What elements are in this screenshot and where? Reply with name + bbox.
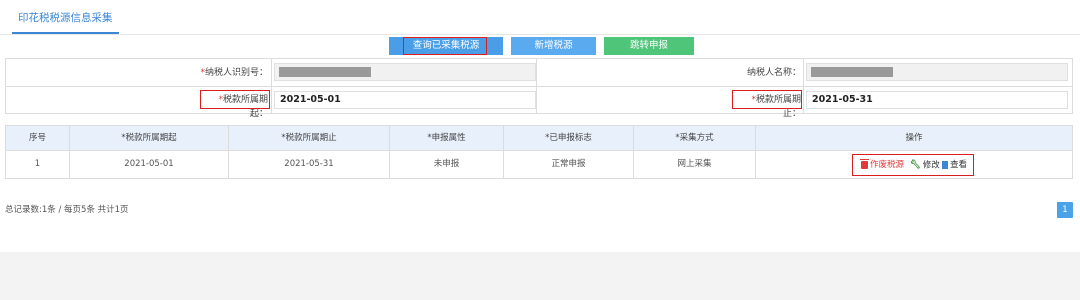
column-period-start: *税款所属期起 2021-05-01 <box>70 126 229 178</box>
page-button-current[interactable]: 1 <box>1057 202 1073 218</box>
edit-label: 修改 <box>922 160 940 171</box>
column-declare-attr: *申报属性 未申报 <box>390 126 504 178</box>
pager-summary: 总记录数:1条 / 每页5条 共计1页 <box>5 205 129 215</box>
column-declared-flag: *已申报标志 正常申报 <box>504 126 634 178</box>
void-source-link[interactable]: 作废税源 <box>860 158 905 171</box>
cell-declared-flag: 正常申报 <box>551 159 586 169</box>
header-index: 序号 <box>28 133 46 143</box>
taxpayer-id-label: *纳税人识别号： <box>156 66 268 80</box>
row-actions: 作废税源 🔧︎ 修改 查看 <box>852 154 974 176</box>
period-start-label-highlight <box>200 90 270 109</box>
header-period-start: *税款所属期起 <box>121 133 177 143</box>
header-declare-attr: *申报属性 <box>427 133 466 143</box>
taxpayer-id-field[interactable] <box>274 63 536 81</box>
header-actions: 操作 <box>905 133 923 143</box>
cell-index: 1 <box>34 159 41 169</box>
view-label: 查看 <box>950 160 968 170</box>
query-collected-source-button[interactable]: 查询已采集税源 <box>389 37 503 55</box>
header-declared-flag: *已申报标志 <box>545 133 592 143</box>
page: 印花税税源信息采集 查询已采集税源 新增税源 跳转申报 *纳税人识别号： 纳税人… <box>0 0 1080 300</box>
period-start-input[interactable]: 2021-05-01 <box>274 91 536 109</box>
period-end-label-highlight <box>732 90 802 109</box>
cell-period-end: 2021-05-31 <box>284 159 334 169</box>
cell-collect-method: 网上采集 <box>677 159 712 169</box>
taxpayer-name-label: 纳税人名称： <box>746 68 801 78</box>
masked-taxpayer-id <box>279 67 371 77</box>
wrench-icon: 🔧︎ <box>910 160 921 170</box>
footer-band <box>0 252 1080 300</box>
trash-icon <box>860 158 869 169</box>
taxpayer-id-label-text: 纳税人识别号： <box>204 68 268 78</box>
taxpayer-name-field[interactable] <box>806 63 1068 81</box>
void-source-label: 作废税源 <box>870 160 905 170</box>
edit-link[interactable]: 🔧︎ 修改 <box>910 159 940 171</box>
column-index: 序号 1 <box>6 126 70 178</box>
document-icon <box>942 160 948 169</box>
column-period-end: *税款所属期止 2021-05-31 <box>229 126 390 178</box>
add-tax-source-button[interactable]: 新增税源 <box>511 37 596 55</box>
query-button-highlight <box>403 37 487 55</box>
jump-declare-button[interactable]: 跳转申报 <box>604 37 694 55</box>
tab-stamp-tax-source[interactable]: 印花税税源信息采集 <box>12 8 119 34</box>
header-period-end: *税款所属期止 <box>281 133 337 143</box>
view-link[interactable]: 查看 <box>942 159 967 171</box>
search-form: *纳税人识别号： 纳税人名称： *税款所属期起： 2021-05-01 *税款所… <box>5 58 1073 119</box>
period-end-input[interactable]: 2021-05-31 <box>806 91 1068 109</box>
column-collect-method: *采集方式 网上采集 <box>634 126 756 178</box>
form-divider <box>6 86 1072 87</box>
cell-declare-attr: 未申报 <box>433 159 460 169</box>
header-collect-method: *采集方式 <box>675 133 714 143</box>
tab-strip: 印花税税源信息采集 <box>0 0 1080 35</box>
masked-taxpayer-name <box>811 67 893 77</box>
cell-period-start: 2021-05-01 <box>124 159 174 169</box>
